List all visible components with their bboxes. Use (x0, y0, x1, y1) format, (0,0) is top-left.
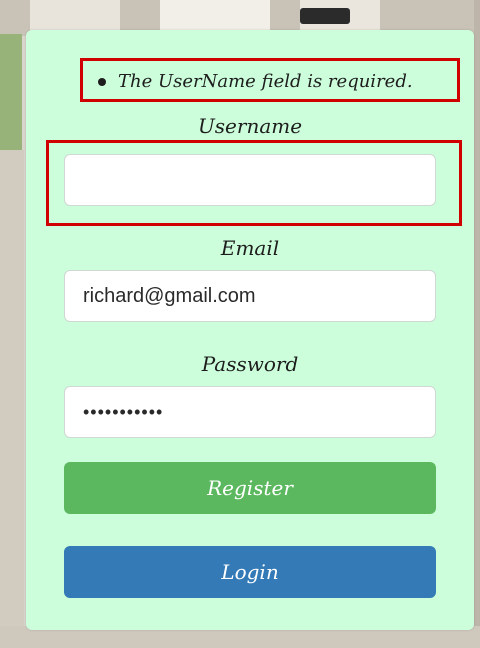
username-label: Username (197, 114, 303, 138)
login-button[interactable]: Login (64, 546, 436, 598)
background-green-accent (0, 34, 22, 154)
password-label: Password (201, 352, 299, 376)
register-button[interactable]: Register (64, 462, 436, 514)
validation-error-message: The UserName field is required. (98, 71, 458, 92)
background-dark-object (300, 8, 350, 24)
background-right-panel (474, 0, 480, 648)
email-label: Email (220, 236, 280, 260)
email-input[interactable] (64, 270, 436, 322)
username-input[interactable] (64, 154, 436, 206)
password-input[interactable] (64, 386, 436, 438)
bullet-icon (98, 78, 106, 86)
validation-error-text: The UserName field is required. (118, 71, 413, 92)
background-left-panel (0, 150, 24, 648)
